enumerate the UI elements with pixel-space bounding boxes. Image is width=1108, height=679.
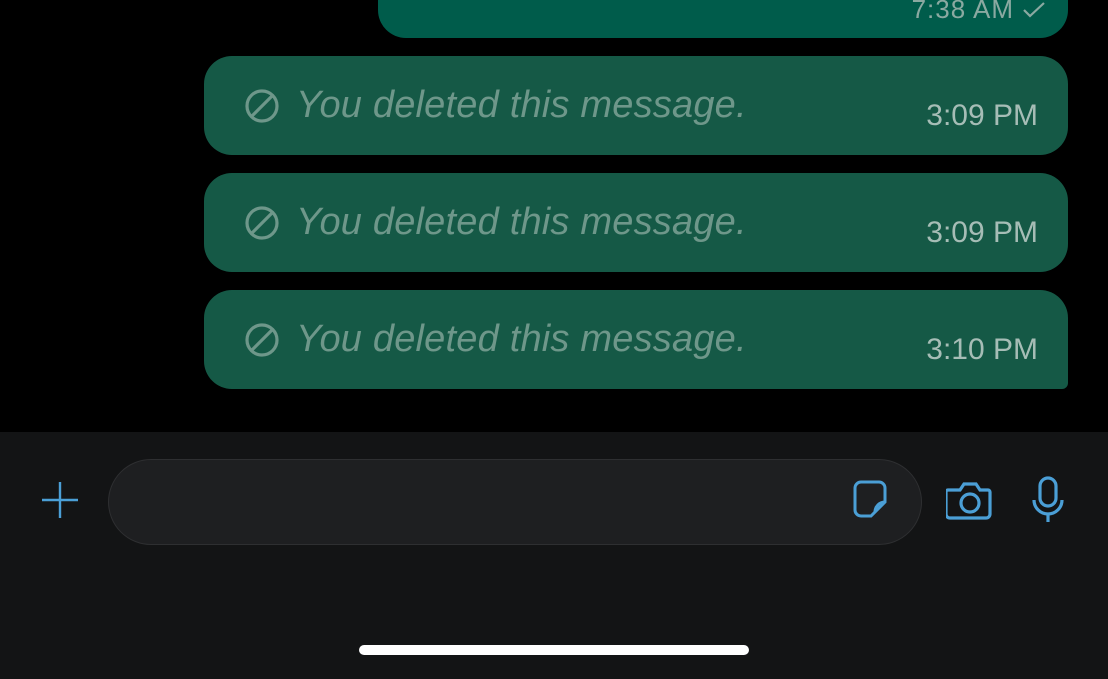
bottom-safe-area — [0, 572, 1108, 679]
message-bubble[interactable]: You deleted this message. 3:10 PM — [204, 290, 1068, 389]
prohibit-icon — [244, 205, 280, 241]
deleted-message-text: You deleted this message. — [296, 318, 747, 361]
mic-button[interactable] — [1018, 472, 1078, 532]
deleted-message-content: You deleted this message. — [244, 318, 747, 361]
message-time: 3:09 PM — [926, 99, 1038, 133]
camera-icon — [946, 476, 994, 529]
message-meta: 7:38 AM — [912, 0, 1046, 25]
message-bubble[interactable]: You deleted this message. 3:09 PM — [204, 56, 1068, 155]
deleted-message-content: You deleted this message. — [244, 84, 747, 127]
message-bubble-partial[interactable]: 7:38 AM — [378, 0, 1068, 38]
message-input[interactable] — [133, 485, 849, 519]
prohibit-icon — [244, 322, 280, 358]
deleted-message-text: You deleted this message. — [296, 84, 747, 127]
check-icon — [1022, 0, 1046, 22]
message-time: 3:09 PM — [926, 216, 1038, 250]
prohibit-icon — [244, 88, 280, 124]
input-bar — [0, 432, 1108, 572]
message-input-container[interactable] — [108, 459, 922, 545]
message-time: 7:38 AM — [912, 0, 1014, 25]
sticker-button[interactable] — [849, 478, 897, 526]
deleted-message-text: You deleted this message. — [296, 201, 747, 244]
deleted-message-content: You deleted this message. — [244, 201, 747, 244]
camera-button[interactable] — [940, 472, 1000, 532]
message-time: 3:10 PM — [926, 333, 1038, 367]
chat-area: 7:38 AM You deleted this message. 3:09 P… — [0, 0, 1108, 432]
attach-button[interactable] — [30, 472, 90, 532]
mic-icon — [1028, 476, 1068, 529]
sticker-icon — [851, 478, 895, 527]
plus-icon — [38, 478, 82, 527]
home-indicator[interactable] — [359, 645, 749, 655]
message-bubble[interactable]: You deleted this message. 3:09 PM — [204, 173, 1068, 272]
